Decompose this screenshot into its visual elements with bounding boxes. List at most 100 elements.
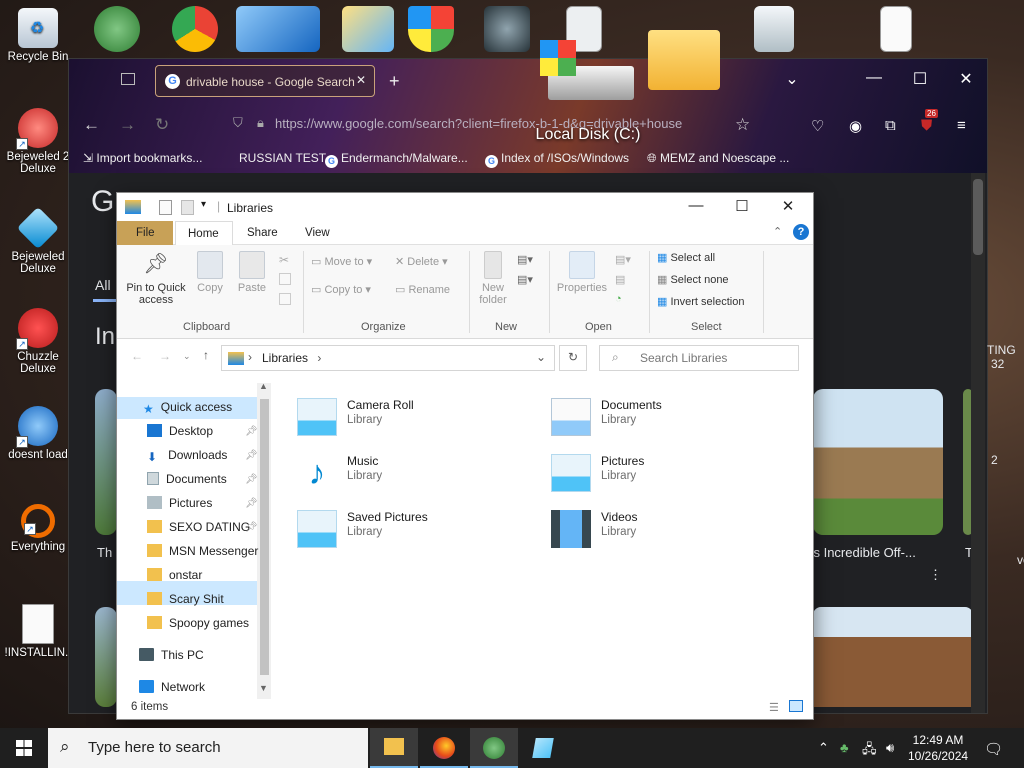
- forward-arrow-icon[interactable]: →: [159, 349, 171, 363]
- taskbar-search-box[interactable]: ⌕ Type here to search: [48, 728, 368, 768]
- refresh-button[interactable]: ↻: [559, 345, 587, 371]
- library-saved-pictures[interactable]: Saved Pictures Library: [297, 508, 517, 556]
- paste-button[interactable]: Paste: [233, 251, 271, 294]
- large-icons-view-icon[interactable]: [789, 700, 803, 712]
- easy-access-icon[interactable]: ▤▾: [517, 273, 533, 286]
- pocket-icon[interactable]: ♡: [811, 117, 824, 135]
- menu-icon[interactable]: ≡: [957, 117, 966, 134]
- desktop-icon-everything[interactable]: ↗ Everything: [0, 504, 76, 553]
- copy-to-button[interactable]: ▭ Copy to ▾: [311, 283, 371, 296]
- library-camera-roll[interactable]: Camera Roll Library: [297, 396, 517, 444]
- result-card-house[interactable]: [813, 389, 943, 535]
- tab-overview-icon[interactable]: [121, 73, 135, 85]
- details-view-icon[interactable]: ☰: [769, 701, 779, 714]
- edit-icon[interactable]: ▤: [615, 273, 625, 286]
- minimize-icon[interactable]: —: [859, 69, 889, 87]
- extensions-icon[interactable]: ⧉: [885, 117, 896, 134]
- desktop-icon-bejeweled-2[interactable]: ↗ Bejeweled 2 Deluxe: [0, 108, 76, 175]
- invert-selection-button[interactable]: ▦ Invert selection: [657, 295, 744, 308]
- tab-home[interactable]: Home: [175, 221, 233, 246]
- history-icon[interactable]: ◔: [615, 293, 622, 305]
- nav-item-network[interactable]: Network: [139, 680, 205, 694]
- show-hidden-icons-chevron-icon[interactable]: ⌃: [818, 740, 829, 756]
- nav-item-downloads[interactable]: ⬇ Downloads: [147, 448, 227, 464]
- copy-path-icon[interactable]: [279, 273, 291, 285]
- desktop-icon-installing[interactable]: !INSTALLIN..: [0, 604, 76, 659]
- nav-item-scary-shit[interactable]: Scary Shit: [147, 592, 224, 606]
- back-arrow-icon[interactable]: ←: [131, 349, 143, 363]
- nav-scrollbar-thumb[interactable]: [260, 399, 269, 675]
- page-scrollbar-thumb[interactable]: [973, 179, 983, 255]
- taskbar-notepad[interactable]: [520, 728, 568, 768]
- customize-quick-access-icon[interactable]: ▾: [201, 199, 206, 210]
- bookmark-import[interactable]: ⇲ Import bookmarks...: [83, 151, 202, 165]
- desktop-icon-bejeweled[interactable]: Bejeweled Deluxe: [0, 206, 76, 275]
- cut-icon[interactable]: ✂: [279, 253, 289, 267]
- tab-close-icon[interactable]: ✕: [356, 73, 366, 87]
- new-item-icon[interactable]: ▤▾: [517, 253, 533, 266]
- explorer-title-bar[interactable]: ▾ | Libraries — ☐ ✕: [117, 193, 813, 221]
- account-icon[interactable]: ◉: [849, 117, 862, 135]
- rename-button[interactable]: ▭ Rename: [395, 283, 450, 296]
- ublock-icon[interactable]: ⛊: [921, 117, 932, 134]
- minimize-icon[interactable]: —: [673, 197, 719, 214]
- start-button[interactable]: [0, 728, 48, 768]
- bookmark-russian-test[interactable]: RUSSIAN TEST: [239, 151, 326, 165]
- paste-shortcut-icon[interactable]: [279, 293, 291, 305]
- recent-locations-icon[interactable]: ⌄: [183, 351, 191, 362]
- desktop-icon-chuzzle[interactable]: ↗ Chuzzle Deluxe: [0, 308, 76, 375]
- up-arrow-icon[interactable]: ↑: [203, 348, 209, 362]
- library-documents[interactable]: Documents Library: [551, 396, 771, 444]
- msn-tray-icon[interactable]: ♣: [840, 740, 849, 755]
- list-tabs-chevron-icon[interactable]: ⌄: [777, 69, 807, 89]
- delete-button[interactable]: ✕ Delete ▾: [395, 255, 448, 268]
- file-explorer-window[interactable]: ▾ | Libraries — ☐ ✕ File Home Share View…: [116, 192, 814, 720]
- properties-quick-icon[interactable]: [159, 200, 172, 215]
- tab-all[interactable]: All: [95, 277, 111, 293]
- bookmark-isos[interactable]: G Index of /ISOs/Windows: [485, 151, 629, 168]
- library-pictures[interactable]: Pictures Library: [551, 452, 771, 500]
- library-music[interactable]: ♪ Music Library: [297, 452, 517, 500]
- library-videos[interactable]: Videos Library: [551, 508, 771, 556]
- tab-file[interactable]: File: [117, 221, 173, 245]
- nav-item-onstar[interactable]: onstar: [147, 568, 202, 582]
- select-all-button[interactable]: ▦ Select all: [657, 251, 715, 264]
- result-card-left-2[interactable]: [95, 607, 117, 707]
- control-panel-icon[interactable]: [342, 6, 394, 52]
- pin-to-quick-access-button[interactable]: 📌︎ Pin to Quick access: [123, 251, 189, 306]
- network-computers-icon[interactable]: [236, 6, 320, 52]
- volume-icon[interactable]: 🔊︎: [886, 740, 894, 756]
- folder-overlay-icon[interactable]: [648, 30, 720, 90]
- collapse-ribbon-icon[interactable]: ⌃: [773, 225, 782, 238]
- tab-share[interactable]: Share: [247, 227, 278, 239]
- address-bar[interactable]: › Libraries › ⌄: [221, 345, 555, 371]
- properties-button[interactable]: Properties: [553, 251, 611, 294]
- text-file-icon[interactable]: [880, 6, 912, 52]
- forward-arrow-icon[interactable]: →: [119, 115, 136, 135]
- back-arrow-icon[interactable]: ←: [83, 115, 100, 135]
- new-folder-quick-icon[interactable]: [181, 200, 194, 215]
- result-card-modern-house[interactable]: [813, 607, 973, 707]
- more-options-icon[interactable]: ⋮: [929, 567, 942, 583]
- nav-item-msn-messenger[interactable]: MSN Messenger: [147, 544, 258, 558]
- chrome-icon[interactable]: [172, 6, 218, 52]
- select-none-button[interactable]: ▦ Select none: [657, 273, 729, 286]
- bookmark-memz[interactable]: 🌐︎ MEMZ and Noescape ...: [647, 151, 789, 166]
- nav-item-sexo-dating[interactable]: SEXO DATING: [147, 520, 250, 534]
- nav-item-documents[interactable]: Documents: [147, 472, 227, 486]
- taskbar-msn-messenger[interactable]: [470, 728, 518, 768]
- address-dropdown-icon[interactable]: ⌄: [536, 350, 546, 364]
- result-card-left[interactable]: [95, 389, 117, 535]
- tab-google-search[interactable]: G drivable house - Google Search ✕: [155, 65, 375, 97]
- new-folder-button[interactable]: New folder: [473, 251, 513, 306]
- search-input[interactable]: ⌕ Search Libraries: [599, 345, 799, 371]
- bookmark-star-icon[interactable]: ☆: [735, 115, 750, 135]
- nav-item-quick-access-label[interactable]: ★ Quick access: [143, 400, 232, 416]
- move-to-button[interactable]: ▭ Move to ▾: [311, 255, 372, 268]
- game-character-icon[interactable]: [484, 6, 530, 52]
- reload-icon[interactable]: ↻: [155, 115, 169, 135]
- recycle-bin-full-icon[interactable]: [754, 6, 794, 52]
- desktop-icon-doesnt-load[interactable]: ↗ doesnt load: [0, 406, 76, 461]
- nav-item-desktop[interactable]: Desktop: [147, 424, 213, 438]
- nav-item-spoopy-games[interactable]: Spoopy games: [147, 616, 249, 630]
